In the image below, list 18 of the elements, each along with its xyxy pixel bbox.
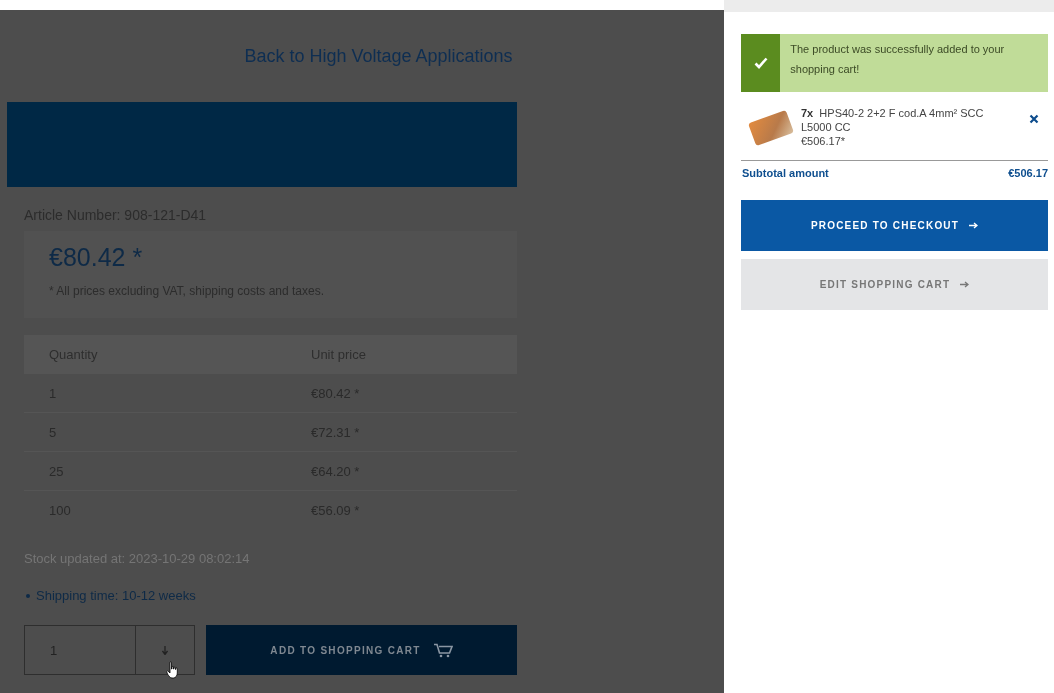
subtotal-value: €506.17 [1008,167,1048,179]
hand-cursor-icon [166,661,180,679]
add-to-cart-button[interactable]: ADD TO SHOPPING CART [206,625,517,675]
checkmark-icon [753,57,768,69]
bullet-icon [26,593,30,598]
checkout-button[interactable]: PROCEED TO CHECKOUT [741,200,1048,251]
success-message: The product was successfully added to your shopping cart! [789,42,1006,77]
cart-icon [432,642,453,658]
cart-item-price: €506.17* [801,134,847,148]
down-arrow-icon [162,645,168,655]
subtotal-label: Subtotal amount [742,167,829,179]
shipping-time-text: Shipping time: 10-12 weeks [36,588,196,603]
edit-cart-button[interactable]: EDIT SHOPPING CART [741,259,1048,310]
cart-item-name: 7x HPS40-2 2+2 F cod.A 4mm² SCC L5000 CC [801,106,985,134]
remove-icon[interactable] [1029,114,1039,124]
arrow-right-icon [969,222,979,229]
arrow-right-icon [960,281,970,288]
product-price: €80.42 * [49,243,144,272]
